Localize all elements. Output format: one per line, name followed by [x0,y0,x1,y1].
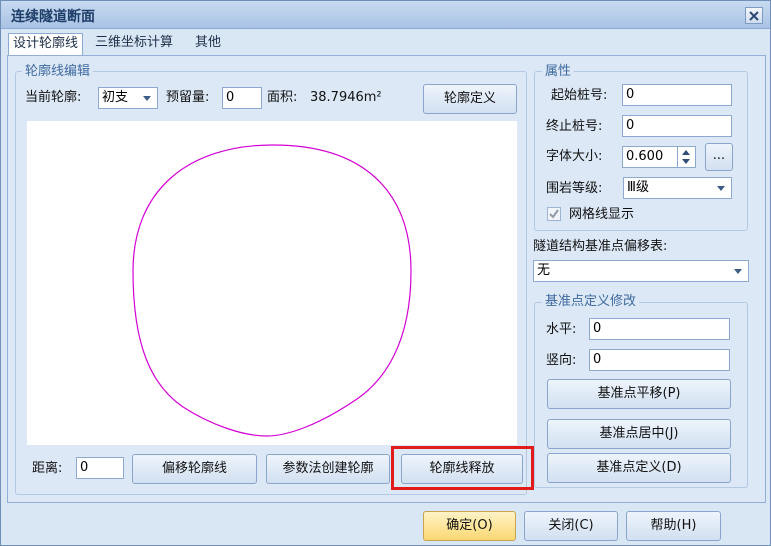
tunnel-contour-line [132,144,412,437]
vertical-label: 竖向: [546,353,577,368]
rock-grade-select[interactable]: Ⅲ级 [623,177,732,199]
grid-display-checkbox[interactable] [547,207,561,221]
check-icon [549,209,559,219]
tab-design-contour[interactable]: 设计轮廓线 [8,33,84,56]
horizontal-label: 水平: [546,322,577,337]
close-window-button[interactable] [745,7,763,24]
end-station-label: 终止桩号: [546,119,603,134]
font-size-spinner[interactable] [677,147,695,167]
offset-contour-button[interactable]: 偏移轮廓线 [132,454,257,484]
chevron-down-icon [717,186,725,191]
current-contour-label: 当前轮廓: [25,90,82,105]
spin-down-icon [682,159,690,164]
tab-label: 其他 [195,35,222,50]
offset-table-select[interactable]: 无 [533,260,749,282]
tab-label: 三维坐标计算 [95,35,174,50]
contour-canvas[interactable] [27,121,517,445]
help-button[interactable]: 帮助(H) [626,511,721,541]
grid-display-label: 网格线显示 [569,207,635,222]
close-button[interactable]: 关闭(C) [524,511,618,541]
area-label: 面积: [267,90,298,105]
start-station-label: 起始桩号: [551,88,608,103]
contour-drawing [132,144,412,437]
base-point-move-button[interactable]: 基准点平移(P) [547,379,731,409]
distance-input[interactable]: 0 [76,457,124,479]
base-point-center-button[interactable]: 基准点居中(J) [547,419,731,449]
param-create-contour-button[interactable]: 参数法创建轮廓 [266,454,390,484]
contour-edit-title: 轮廓线编辑 [22,64,94,80]
tab-other[interactable]: 其他 [191,33,225,55]
font-more-button[interactable]: ... [705,143,733,171]
contour-define-button[interactable]: 轮廓定义 [423,84,517,114]
chevron-down-icon [143,96,151,101]
window-title: 连续隧道断面 [11,9,95,25]
end-station-input[interactable]: 0 [622,115,732,137]
close-icon [749,10,759,21]
reserve-input[interactable]: 0 [222,87,262,109]
distance-label: 距离: [32,461,63,476]
base-point-define-button[interactable]: 基准点定义(D) [547,453,731,483]
highlight-box [391,446,534,490]
rock-grade-value: Ⅲ级 [627,180,649,195]
rock-grade-label: 围岩等级: [546,181,603,196]
font-size-value: 0.600 [626,149,664,164]
offset-table-value: 无 [537,263,551,278]
tab-3d-coordinate[interactable]: 三维坐标计算 [91,33,177,55]
properties-title: 属性 [542,64,575,80]
area-value: 38.7946m² [310,90,382,105]
dialog-window: 连续隧道断面 设计轮廓线 三维坐标计算 其他 轮廓线编辑 当前轮廓: 初支 预留… [0,0,771,546]
title-bar: 连续隧道断面 [1,1,770,29]
horizontal-input[interactable]: 0 [589,318,730,340]
tab-label: 设计轮廓线 [13,36,79,51]
current-contour-select[interactable]: 初支 [98,87,158,109]
ok-button[interactable]: 确定(O) [423,511,516,541]
current-contour-value: 初支 [102,90,129,105]
base-point-title: 基准点定义修改 [542,294,640,310]
spin-up-icon [682,150,690,155]
start-station-input[interactable]: 0 [622,84,732,106]
chevron-down-icon [734,269,742,274]
font-size-label: 字体大小: [546,149,603,164]
reserve-label: 预留量: [166,90,210,105]
vertical-input[interactable]: 0 [589,349,730,371]
offset-table-label: 隧道结构基准点偏移表: [533,239,668,254]
